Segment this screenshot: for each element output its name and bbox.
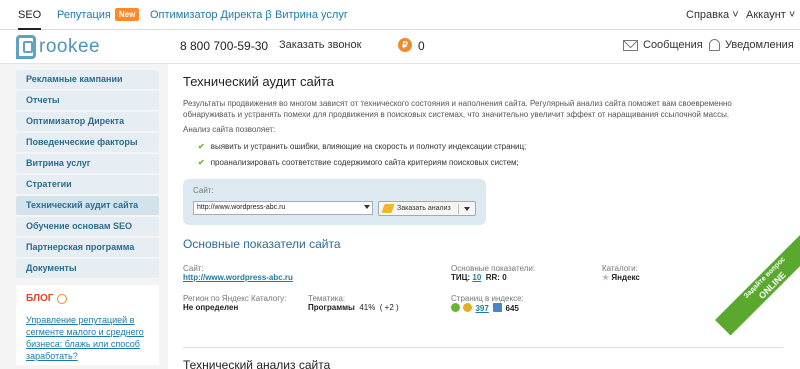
messages-button[interactable]: Сообщения: [623, 39, 703, 51]
intro-text: Результаты продвижения во многом зависят…: [183, 99, 732, 119]
account-label: Аккаунт: [746, 9, 786, 21]
phone-number: 8 800 700-59-30: [180, 39, 269, 53]
tab-direct-optimizer[interactable]: Оптимизатор Директа β: [150, 0, 272, 30]
bullet-text: проанализировать соответствие содержимог…: [210, 158, 519, 167]
callback-link[interactable]: Заказать звонок: [279, 39, 361, 51]
pages-yandex-value[interactable]: 397: [475, 304, 488, 313]
sidebar-item-strategies[interactable]: Стратегии: [16, 175, 159, 194]
blog-title-label: БЛОГ: [26, 293, 54, 304]
tab-seo-label: SEO: [18, 9, 42, 21]
rr-value: 0: [502, 273, 507, 282]
sidebar: Рекламные кампании Отчеты Оптимизатор Ди…: [16, 70, 159, 365]
main-content: Технический аудит сайта Результаты продв…: [168, 64, 800, 369]
site-field-label: Сайт:: [183, 264, 204, 273]
button-divider: [458, 204, 459, 214]
page-title: Технический аудит сайта: [183, 74, 335, 89]
list-item: ✔ проанализировать соответствие содержимо…: [198, 158, 519, 167]
tab-reputation[interactable]: Репутация New: [57, 0, 140, 30]
site-select[interactable]: http://www.wordpress-abc.ru: [193, 201, 373, 215]
tab-services-label: Витрина услуг: [275, 9, 348, 21]
sidebar-item-reports[interactable]: Отчеты: [16, 91, 159, 110]
pages-values: 397 645: [451, 303, 519, 313]
site-selector-panel: Сайт: http://www.wordpress-abc.ru Заказа…: [183, 179, 486, 225]
theme-percent: 41%: [359, 303, 376, 312]
account-menu[interactable]: Аккаунт ˅: [746, 0, 795, 30]
catalogs-value: ★ Яндекс: [602, 273, 640, 282]
sidebar-item-documents[interactable]: Документы: [16, 259, 159, 278]
sidebar-item-services[interactable]: Витрина услуг: [16, 154, 159, 173]
order-analysis-label: Заказать анализ: [397, 205, 451, 212]
indicators-values: ТИЦ: 10 RR: 0: [451, 273, 507, 282]
chevron-down-icon: ˅: [732, 9, 739, 21]
star-icon: ★: [602, 273, 610, 282]
sidebar-item-tech-audit[interactable]: Технический аудит сайта: [16, 196, 159, 215]
blog-title[interactable]: БЛОГ: [26, 293, 149, 304]
sidebar-item-partner[interactable]: Партнерская программа: [16, 238, 159, 257]
top-navigation: SEO Репутация New Оптимизатор Директа β В…: [0, 0, 800, 30]
list-item: ✔ выявить и устранить ошибки, влияющие на…: [198, 142, 526, 151]
help-label: Справка: [686, 9, 730, 21]
pencil-icon: [381, 204, 395, 213]
order-analysis-button[interactable]: Заказать анализ: [378, 201, 476, 216]
site-label: Сайт:: [193, 186, 214, 195]
rss-icon: [57, 293, 68, 304]
catalogs-label: Каталоги:: [602, 264, 638, 273]
tab-services[interactable]: Витрина услуг: [275, 0, 348, 30]
section-title-tech-analysis: Технический анализ сайта: [183, 358, 331, 369]
chevron-down-icon: [364, 205, 370, 209]
catalogs-yandex: Яндекс: [611, 273, 640, 282]
checkmark-icon: ✔: [198, 158, 205, 167]
sidebar-item-campaigns[interactable]: Рекламные кампании: [16, 70, 159, 89]
allows-text: Анализ сайта позволяет:: [183, 125, 276, 134]
rr-label: RR:: [485, 273, 500, 282]
notifications-label: Уведомления: [725, 39, 794, 51]
theme-delta: ( +2 ): [379, 303, 399, 312]
theme-value: Программы: [308, 303, 355, 312]
blog-post-link[interactable]: Управление репутацией в сегменте малого …: [26, 314, 149, 362]
google-icon: [493, 303, 503, 312]
theme-label: Тематика:: [308, 294, 346, 303]
help-menu[interactable]: Справка ˅: [686, 0, 739, 30]
pages-google-value: 645: [505, 304, 519, 313]
theme-values: Программы 41% ( +2 ): [308, 303, 399, 312]
tab-direct-optimizer-label: Оптимизатор Директа β: [150, 9, 272, 21]
site-link[interactable]: http://www.wordpress-abc.ru: [183, 273, 293, 282]
yandex-icon: [463, 303, 473, 312]
header-bar: rookee 8 800 700-59-30 Заказать звонок ₽…: [0, 30, 800, 64]
logo[interactable]: rookee: [16, 32, 100, 62]
bell-icon: [709, 39, 720, 51]
blog-widget: БЛОГ Управление репутацией в сегменте ма…: [16, 285, 159, 365]
messages-label: Сообщения: [643, 39, 703, 51]
indicators-label: Основные показатели:: [451, 264, 536, 273]
notifications-button[interactable]: Уведомления: [709, 39, 794, 51]
region-value: Не определен: [183, 303, 239, 312]
site-link-text: http://www.wordpress-abc.ru: [183, 273, 293, 282]
tic-value[interactable]: 10: [472, 273, 481, 282]
tic-label: ТИЦ:: [451, 273, 471, 282]
chevron-down-icon: ˅: [788, 9, 796, 21]
site-select-value: http://www.wordpress-abc.ru: [197, 204, 286, 211]
new-badge: New: [114, 8, 140, 21]
pages-label: Страниц в индексе:: [451, 294, 524, 303]
balance-value[interactable]: 0: [418, 39, 425, 53]
envelope-icon: [623, 39, 638, 51]
logo-text: rookee: [39, 36, 101, 57]
chevron-down-icon[interactable]: [464, 207, 470, 211]
region-label: Регион по Яндекс Каталогу:: [183, 294, 287, 303]
tab-reputation-label: Репутация: [57, 9, 111, 21]
checkmark-icon: ✔: [198, 142, 205, 151]
check-circle-icon: [451, 303, 460, 312]
logo-icon: [16, 35, 36, 59]
section-divider: [183, 347, 783, 348]
sidebar-item-behavioral[interactable]: Поведенческие факторы: [16, 133, 159, 152]
sidebar-item-direct-optimizer[interactable]: Оптимизатор Директа: [16, 112, 159, 131]
tab-seo[interactable]: SEO: [18, 0, 42, 30]
bullet-text: выявить и устранить ошибки, влияющие на …: [210, 142, 527, 151]
ruble-coin-icon: ₽: [398, 38, 412, 52]
sidebar-item-seo-training[interactable]: Обучение основам SEO: [16, 217, 159, 236]
section-title-main-indicators: Основные показатели сайта: [183, 237, 341, 251]
